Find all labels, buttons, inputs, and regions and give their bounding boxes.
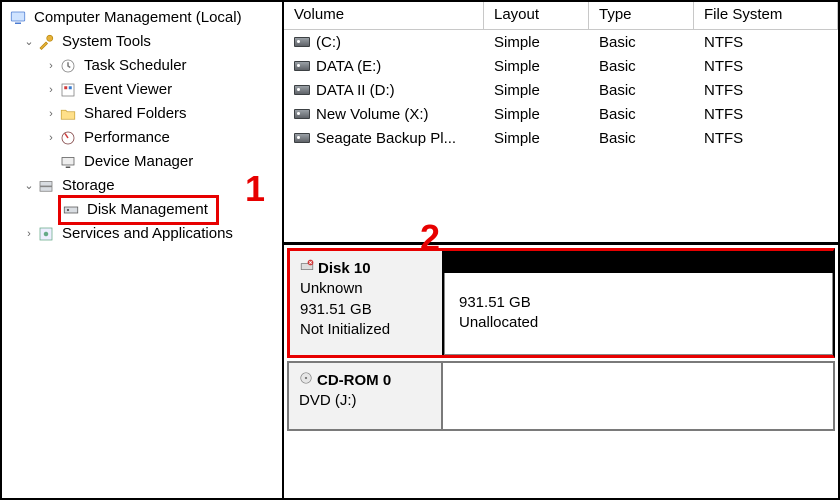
annotation-two: 2 (420, 217, 440, 259)
partition-status: Unallocated (459, 313, 818, 333)
volume-icon (294, 61, 310, 71)
tree-system-tools[interactable]: ⌄ System Tools (6, 30, 282, 54)
event-viewer-icon (58, 80, 78, 100)
tree-shared-folders[interactable]: › Shared Folders (6, 102, 282, 126)
volume-layout: Simple (484, 130, 589, 147)
volume-type: Basic (589, 82, 694, 99)
tree-root[interactable]: Computer Management (Local) (6, 6, 282, 30)
disk-size: 931.51 GB (300, 300, 432, 320)
tree-disk-management[interactable]: › Disk Management (6, 198, 282, 222)
volume-icon (294, 109, 310, 119)
volume-icon (294, 133, 310, 143)
annotation-one: 1 (245, 168, 265, 210)
tree-services-apps-label: Services and Applications (60, 222, 235, 246)
storage-icon (36, 176, 56, 196)
volume-row[interactable]: DATA II (D:) Simple Basic NTFS (284, 78, 838, 102)
disk-sub: DVD (J:) (299, 391, 431, 411)
shared-folders-icon (58, 104, 78, 124)
volume-layout: Simple (484, 82, 589, 99)
volume-fs: NTFS (694, 82, 838, 99)
nav-tree: Computer Management (Local) ⌄ System Too… (2, 2, 284, 498)
volume-row[interactable]: Seagate Backup Pl... Simple Basic NTFS (284, 126, 838, 150)
computer-icon (8, 8, 28, 28)
disk-row[interactable]: Disk 10 Unknown 931.51 GB Not Initialize… (287, 248, 835, 358)
volume-type: Basic (589, 58, 694, 75)
disk-partition (443, 363, 833, 429)
volume-icon (294, 85, 310, 95)
chevron-right-icon: › (22, 222, 36, 246)
volume-list: (C:) Simple Basic NTFS DATA (E:) Simple … (284, 30, 838, 150)
chevron-down-icon: ⌄ (22, 174, 36, 198)
volume-row[interactable]: DATA (E:) Simple Basic NTFS (284, 54, 838, 78)
tree-device-manager-label: Device Manager (82, 150, 195, 174)
volume-row[interactable]: (C:) Simple Basic NTFS (284, 30, 838, 54)
partition-size: 931.51 GB (459, 293, 818, 313)
volume-fs: NTFS (694, 58, 838, 75)
volume-type: Basic (589, 106, 694, 123)
tree-performance[interactable]: › Performance (6, 126, 282, 150)
col-header-volume[interactable]: Volume (284, 2, 484, 29)
col-header-fs[interactable]: File System (694, 2, 838, 29)
services-icon (36, 224, 56, 244)
tree-event-viewer-label: Event Viewer (82, 78, 174, 102)
volume-type: Basic (589, 34, 694, 51)
volume-name: Seagate Backup Pl... (316, 130, 456, 147)
tree-shared-folders-label: Shared Folders (82, 102, 189, 126)
volume-type: Basic (589, 130, 694, 147)
disk-error-icon (300, 259, 314, 279)
col-header-type[interactable]: Type (589, 2, 694, 29)
volume-fs: NTFS (694, 34, 838, 51)
tree-event-viewer[interactable]: › Event Viewer (6, 78, 282, 102)
tree-device-manager[interactable]: › Device Manager (6, 150, 282, 174)
disk-info: CD-ROM 0 DVD (J:) (289, 363, 443, 429)
partition-header-bar (444, 251, 833, 273)
content-pane: Volume Layout Type File System (C:) Simp… (284, 2, 838, 498)
volume-layout: Simple (484, 106, 589, 123)
volume-name: DATA (E:) (316, 58, 381, 75)
clock-icon (58, 56, 78, 76)
tools-icon (36, 32, 56, 52)
performance-icon (58, 128, 78, 148)
chevron-right-icon: › (44, 102, 58, 126)
disk-partition[interactable]: 931.51 GB Unallocated (444, 251, 833, 355)
selection-highlight: Disk Management (58, 195, 219, 225)
disk-name: Disk 10 (318, 259, 371, 279)
device-manager-icon (58, 152, 78, 172)
volume-list-header: Volume Layout Type File System (284, 2, 838, 30)
volume-fs: NTFS (694, 130, 838, 147)
disk-graph-area: Disk 10 Unknown 931.51 GB Not Initialize… (284, 242, 838, 431)
tree-disk-management-label: Disk Management (85, 198, 210, 222)
cdrom-icon (299, 371, 313, 391)
disk-status-1: Unknown (300, 279, 432, 299)
chevron-right-icon: › (44, 54, 58, 78)
disk-management-icon (61, 200, 81, 220)
tree-task-scheduler-label: Task Scheduler (82, 54, 189, 78)
tree-services-apps[interactable]: › Services and Applications (6, 222, 282, 246)
tree-system-tools-label: System Tools (60, 30, 153, 54)
volume-layout: Simple (484, 58, 589, 75)
volume-row[interactable]: New Volume (X:) Simple Basic NTFS (284, 102, 838, 126)
tree-performance-label: Performance (82, 126, 172, 150)
chevron-down-icon: ⌄ (22, 30, 36, 54)
disk-info: Disk 10 Unknown 931.51 GB Not Initialize… (290, 251, 444, 355)
chevron-right-icon: › (44, 126, 58, 150)
disk-status-2: Not Initialized (300, 320, 432, 340)
tree-root-label: Computer Management (Local) (32, 6, 244, 30)
chevron-right-icon: › (44, 78, 58, 102)
disk-name: CD-ROM 0 (317, 371, 391, 391)
volume-icon (294, 37, 310, 47)
disk-row[interactable]: CD-ROM 0 DVD (J:) (287, 361, 835, 431)
volume-fs: NTFS (694, 106, 838, 123)
volume-name: New Volume (X:) (316, 106, 429, 123)
tree-task-scheduler[interactable]: › Task Scheduler (6, 54, 282, 78)
col-header-layout[interactable]: Layout (484, 2, 589, 29)
volume-name: (C:) (316, 34, 341, 51)
volume-layout: Simple (484, 34, 589, 51)
volume-name: DATA II (D:) (316, 82, 395, 99)
